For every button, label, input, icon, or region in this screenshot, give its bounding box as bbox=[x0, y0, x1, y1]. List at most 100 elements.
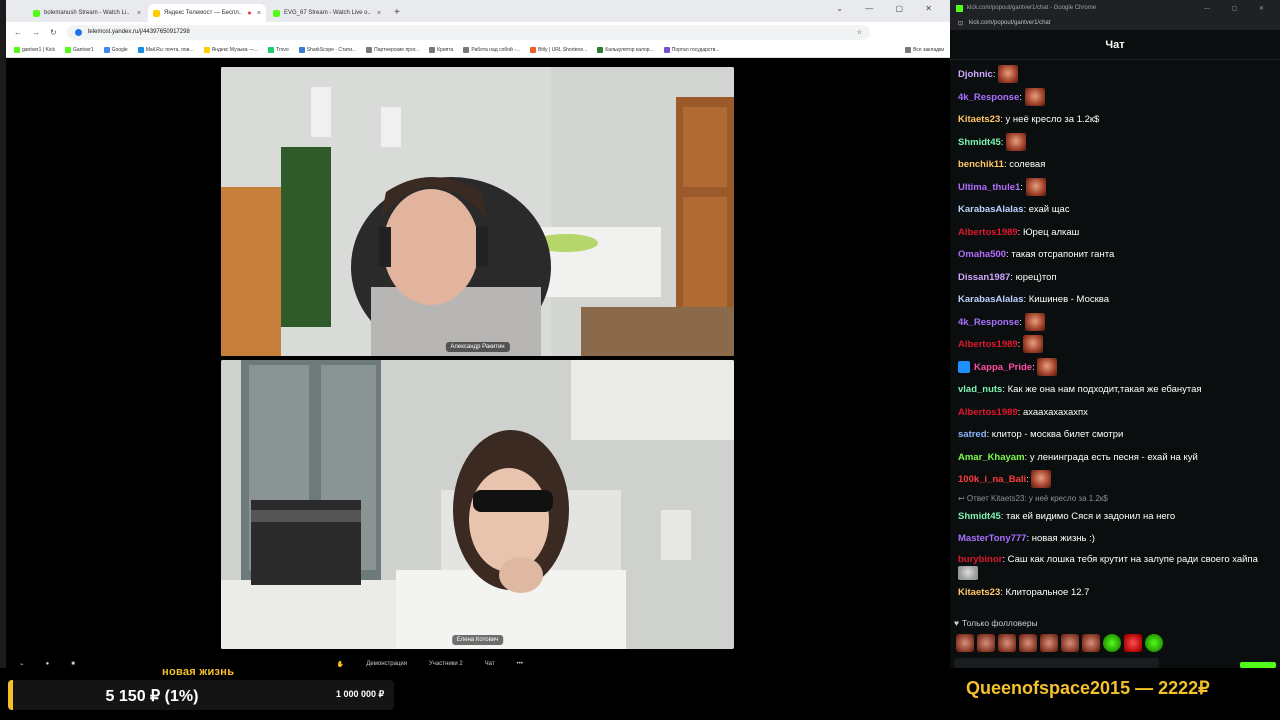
chat-message: Kitaets23: Клиторальное 12.7 bbox=[958, 582, 1272, 605]
bookmark-icon bbox=[64, 46, 71, 53]
chat-username[interactable]: Ultima_thule1 bbox=[958, 182, 1020, 193]
chat-message: Omaha500: такая отсрапонит ганта bbox=[958, 244, 1272, 267]
chat-separator: : bbox=[1019, 91, 1025, 103]
site-info-icon[interactable] bbox=[74, 28, 82, 36]
emote-icon[interactable] bbox=[1145, 634, 1163, 652]
bookmark-folder[interactable]: Работа над собой -... bbox=[463, 46, 520, 53]
chat-username[interactable]: Albertos1989 bbox=[958, 339, 1018, 350]
chat-username[interactable]: Djohnic bbox=[958, 69, 993, 80]
chat-username[interactable]: satred bbox=[958, 429, 987, 440]
close-icon[interactable]: × bbox=[257, 10, 261, 17]
goal-target: 1 000 000 ₽ bbox=[336, 689, 385, 699]
chat-username[interactable]: Amar_Khayam bbox=[958, 452, 1025, 463]
chat-username[interactable]: MasterTony777 bbox=[958, 533, 1026, 544]
emote-icon[interactable] bbox=[1103, 634, 1121, 652]
video-tile-1[interactable]: Александр Ракитин bbox=[221, 67, 734, 356]
bookmark-icon bbox=[137, 46, 144, 53]
screen-share-button[interactable]: Демонстрация bbox=[366, 661, 407, 667]
call-controls: ⌁ ● ■ ✋ Демонстрация Участники 2 Чат ••• bbox=[6, 658, 950, 670]
participant-video-2 bbox=[221, 360, 734, 649]
chat-text: такая отсрапонит ганта bbox=[1011, 249, 1115, 260]
emote-icon[interactable] bbox=[1040, 634, 1058, 652]
video-tile-2[interactable]: Елена Котович bbox=[221, 360, 734, 649]
reply-reference: ↩ Ответ Kitaets23: у неё кресло за 1.2к$ bbox=[958, 493, 1108, 503]
new-tab-button[interactable]: + bbox=[394, 4, 400, 22]
bookmark-folder[interactable]: Крипта bbox=[429, 46, 453, 53]
chat-username[interactable]: Albertos1989 bbox=[958, 407, 1018, 418]
send-button[interactable] bbox=[1240, 662, 1276, 668]
emote-icon[interactable] bbox=[998, 634, 1016, 652]
chat-message: Djohnic: bbox=[958, 64, 1272, 87]
bookmark[interactable]: SharkScope - Стати... bbox=[298, 46, 356, 53]
chat-username[interactable]: Shmidt45 bbox=[958, 511, 1001, 522]
chat-username[interactable]: vlad_nuts bbox=[958, 384, 1002, 395]
back-icon[interactable]: ← bbox=[14, 28, 22, 37]
bookmark[interactable]: Gantver1 bbox=[64, 46, 94, 53]
chat-username[interactable]: burybinor bbox=[958, 554, 1002, 565]
chat-username[interactable]: 100k_i_na_Bali bbox=[958, 474, 1026, 485]
emote-icon bbox=[998, 65, 1019, 84]
close-icon[interactable]: × bbox=[377, 10, 381, 17]
chat-username[interactable]: Albertos1989 bbox=[958, 227, 1018, 238]
camera-icon[interactable]: ■ bbox=[71, 661, 75, 667]
reload-icon[interactable]: ↻ bbox=[50, 28, 57, 37]
emote-icon[interactable] bbox=[1082, 634, 1100, 652]
bookmark[interactable]: Bitly | URL Shortene... bbox=[530, 46, 587, 53]
microphone-icon[interactable]: ● bbox=[46, 661, 50, 667]
url-input[interactable]: telemost.yandex.ru/j/44397650917298 ☆ bbox=[66, 24, 870, 40]
chat-message: Amar_Khayam: у ленинграда есть песня - е… bbox=[958, 447, 1272, 470]
chat-username[interactable]: KarabasAlalas bbox=[958, 294, 1023, 305]
recording-icon: ● bbox=[247, 9, 252, 17]
chat-text: ахаахахахахпх bbox=[1022, 406, 1088, 418]
more-icon[interactable]: ••• bbox=[517, 661, 523, 667]
bookmark[interactable]: Mail.Ru: почта, пои... bbox=[137, 46, 194, 53]
chat-username[interactable]: Dissan1987 bbox=[958, 272, 1010, 283]
folder-icon bbox=[905, 46, 912, 53]
window-controls[interactable]: ⌄ — ▢ ✕ bbox=[836, 4, 942, 13]
hand-icon[interactable]: ✋ bbox=[337, 661, 344, 668]
site-info-icon[interactable]: ⊡ bbox=[958, 20, 963, 27]
emote-icon[interactable] bbox=[1061, 634, 1079, 652]
chat-button[interactable]: Чат bbox=[485, 661, 495, 667]
bookmark-icon bbox=[14, 46, 20, 53]
tab-kick-2[interactable]: EVG_67 Stream - Watch Live o.. × bbox=[268, 4, 386, 22]
bookmark[interactable]: Портал государств... bbox=[663, 46, 720, 53]
bookmark[interactable]: Google bbox=[103, 46, 128, 53]
emote-icon[interactable] bbox=[956, 634, 974, 652]
chat-text: так ей видимо Сяся и задонил на него bbox=[1006, 510, 1176, 522]
chat-message: Kappa_Pride: bbox=[958, 357, 1272, 380]
chat-message: Albertos1989: ахаахахахахпх bbox=[958, 402, 1272, 425]
chat-username[interactable]: Kitaets23 bbox=[958, 587, 1000, 598]
chat-username[interactable]: 4k_Response bbox=[958, 92, 1019, 103]
tab-kick-1[interactable]: bolemanush Stream - Watch Li.. × bbox=[28, 4, 146, 22]
tab-telemost[interactable]: Яндекс Телемост — Беспл.. ● × bbox=[148, 4, 266, 22]
bookmark[interactable]: Калькулятор калор... bbox=[597, 46, 654, 53]
bookmark-folder[interactable]: Партнерские прог... bbox=[366, 46, 419, 53]
bookmark[interactable]: Яндекс Музыка —... bbox=[203, 46, 258, 53]
all-bookmarks[interactable]: Все закладки bbox=[905, 46, 944, 53]
chat-username[interactable]: Shmidt45 bbox=[958, 137, 1001, 148]
goal-current-amount: 5 150 ₽ (1%) bbox=[105, 688, 199, 705]
chat-message: Dissan1987: юрец)топ bbox=[958, 267, 1272, 290]
chat-username[interactable]: Kappa_Pride bbox=[974, 362, 1032, 373]
chat-username[interactable]: benchik11 bbox=[958, 159, 1004, 170]
bookmarks-bar: gantver1 | Kick Gantver1 Google Mail.Ru:… bbox=[6, 42, 950, 58]
star-icon[interactable]: ☆ bbox=[857, 29, 862, 36]
chat-input[interactable] bbox=[954, 658, 1159, 668]
chat-username[interactable]: Omaha500 bbox=[958, 249, 1006, 260]
cat-emote-icon bbox=[958, 565, 978, 580]
chat-username[interactable]: Kitaets23 bbox=[958, 114, 1000, 125]
emote-icon[interactable] bbox=[977, 634, 995, 652]
forward-icon[interactable]: → bbox=[32, 28, 40, 37]
bookmark[interactable]: gantver1 | Kick bbox=[14, 46, 55, 53]
participants-button[interactable]: Участники 2 bbox=[429, 661, 463, 667]
window-controls[interactable]: — ▢ ✕ bbox=[1204, 5, 1274, 12]
emote-icon[interactable] bbox=[1019, 634, 1037, 652]
chat-text: клитор - москва билет смотри bbox=[991, 429, 1124, 440]
chat-username[interactable]: 4k_Response bbox=[958, 317, 1019, 328]
bookmark[interactable]: Trovo bbox=[268, 46, 289, 53]
chat-username[interactable]: KarabasAlalas bbox=[958, 204, 1023, 215]
link-icon[interactable]: ⌁ bbox=[20, 661, 24, 668]
close-icon[interactable]: × bbox=[137, 10, 141, 17]
emote-icon[interactable] bbox=[1124, 634, 1142, 652]
